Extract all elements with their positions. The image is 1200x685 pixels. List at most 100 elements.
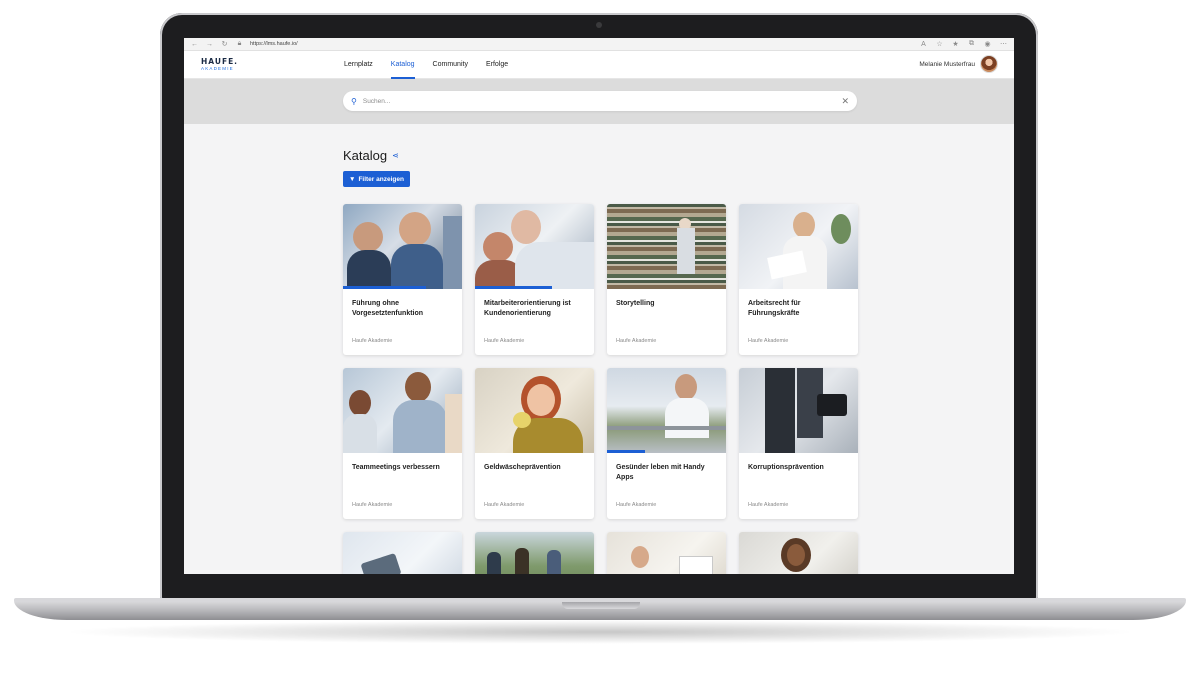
profile-icon[interactable]: ◉ [983,40,992,49]
person-shape [515,242,594,289]
person-shape [347,250,391,289]
person-shape [665,398,709,438]
course-provider: Haufe Akademie [748,502,789,508]
browser-toolbar: ← → ↻ 🔒︎ https://lms.haufe.io/ A ☆ ★ ⧉ ◉… [184,38,1014,51]
course-image [607,204,726,289]
person-shape [405,372,431,402]
course-progress [475,286,553,289]
nav-item-lernplatz[interactable]: Lernplatz [344,51,373,79]
share-icon[interactable]: ⋖ [392,151,399,160]
course-image [607,368,726,453]
person-shape [675,374,697,400]
person-shape [677,228,695,274]
person-shape [349,390,371,416]
course-card[interactable]: Geldwäscheprävention Haufe Akademie [475,368,594,519]
course-image [739,368,858,453]
course-card[interactable] [739,532,858,574]
read-aloud-icon[interactable]: A [919,40,928,49]
course-image [475,204,594,289]
user-menu[interactable]: Melanie Musterfrau [919,55,998,73]
star-icon[interactable]: ☆ [935,40,944,49]
person-shape [443,216,462,289]
search-icon: ⚲ [351,96,357,106]
nav-item-erfolge[interactable]: Erfolge [486,51,508,79]
course-progress [343,286,427,289]
search-input[interactable] [362,97,842,105]
main-nav: Lernplatz Katalog Community Erfolge [344,51,508,79]
course-progress [607,450,646,453]
more-icon[interactable]: ⋯ [999,40,1008,49]
course-title: Mitarbeiterorientierung ist Kundenorient… [484,300,571,317]
plant-shape [831,214,851,244]
person-shape [793,212,815,238]
course-image [607,532,726,574]
course-card[interactable]: Teammeetings verbessern Haufe Akademie [343,368,462,519]
course-card[interactable]: Führung ohne Vorgesetztenfunktion Haufe … [343,204,462,355]
course-card[interactable]: Arbeitsrecht für Führungskräfte Haufe Ak… [739,204,858,355]
course-card[interactable]: Storytelling Haufe Akademie [607,204,726,355]
filter-button-label: Filter anzeigen [358,175,404,183]
course-image [343,204,462,289]
person-shape [393,400,447,453]
course-card[interactable]: Korruptionsprävention Haufe Akademie [739,368,858,519]
browser-window: ← → ↻ 🔒︎ https://lms.haufe.io/ A ☆ ★ ⧉ ◉… [184,38,1014,574]
course-card[interactable] [343,532,462,574]
person-shape [343,414,377,453]
forward-icon[interactable]: → [205,40,214,49]
course-provider: Haufe Akademie [484,502,525,508]
phone-shape [360,552,402,574]
favorites-icon[interactable]: ★ [951,40,960,49]
person-shape [483,232,513,262]
course-provider: Haufe Akademie [616,338,657,344]
person-shape [547,550,561,574]
course-provider: Haufe Akademie [748,338,789,344]
person-shape [353,222,383,252]
person-shape [487,552,501,574]
course-title: Teammeetings verbessern [352,464,440,471]
collections-icon[interactable]: ⧉ [967,40,976,49]
title-row: Katalog ⋖ [343,148,399,163]
logo-subline: AKADEMIE [201,65,234,71]
course-grid: Führung ohne Vorgesetztenfunktion Haufe … [343,204,858,574]
lock-icon: 🔒︎ [237,40,242,47]
course-image [475,368,594,453]
course-provider: Haufe Akademie [352,338,393,344]
course-image [739,532,858,574]
address-bar[interactable]: https://lms.haufe.io/ [250,41,913,47]
briefcase-shape [817,394,847,416]
person-shape [787,544,805,566]
haufe-logo[interactable]: HAUFE. AKADEMIE [201,58,238,71]
nav-item-community[interactable]: Community [433,51,468,79]
person-shape [391,244,443,289]
camera-icon [596,22,602,28]
screen-shape [679,556,713,574]
back-icon[interactable]: ← [190,40,199,49]
person-shape [527,384,555,416]
person-shape [399,212,431,246]
railing-shape [607,426,726,430]
course-title: Führung ohne Vorgesetztenfunktion [352,300,424,317]
course-image [343,532,462,574]
course-card[interactable]: Gesünder leben mit Handy Apps Haufe Akad… [607,368,726,519]
search-box[interactable]: ⚲ ✕ [343,91,857,111]
person-shape [515,548,529,574]
avatar[interactable] [980,55,998,73]
course-image [739,204,858,289]
person-shape [631,546,649,568]
course-card[interactable] [475,532,594,574]
user-name: Melanie Musterfrau [919,60,975,68]
course-provider: Haufe Akademie [352,502,393,508]
filter-button[interactable]: ▼ Filter anzeigen [343,171,410,187]
reload-icon[interactable]: ↻ [220,40,229,49]
person-shape [511,210,541,244]
course-provider: Haufe Akademie [616,502,657,508]
laptop-shadow [60,620,1140,644]
person-shape [445,394,462,453]
close-icon[interactable]: ✕ [841,96,849,107]
course-provider: Haufe Akademie [484,338,525,344]
person-shape [765,368,795,453]
course-card[interactable]: Mitarbeiterorientierung ist Kundenorient… [475,204,594,355]
product-mockup: ← → ↻ 🔒︎ https://lms.haufe.io/ A ☆ ★ ⧉ ◉… [0,0,1200,685]
nav-item-katalog[interactable]: Katalog [390,51,415,79]
course-card[interactable] [607,532,726,574]
